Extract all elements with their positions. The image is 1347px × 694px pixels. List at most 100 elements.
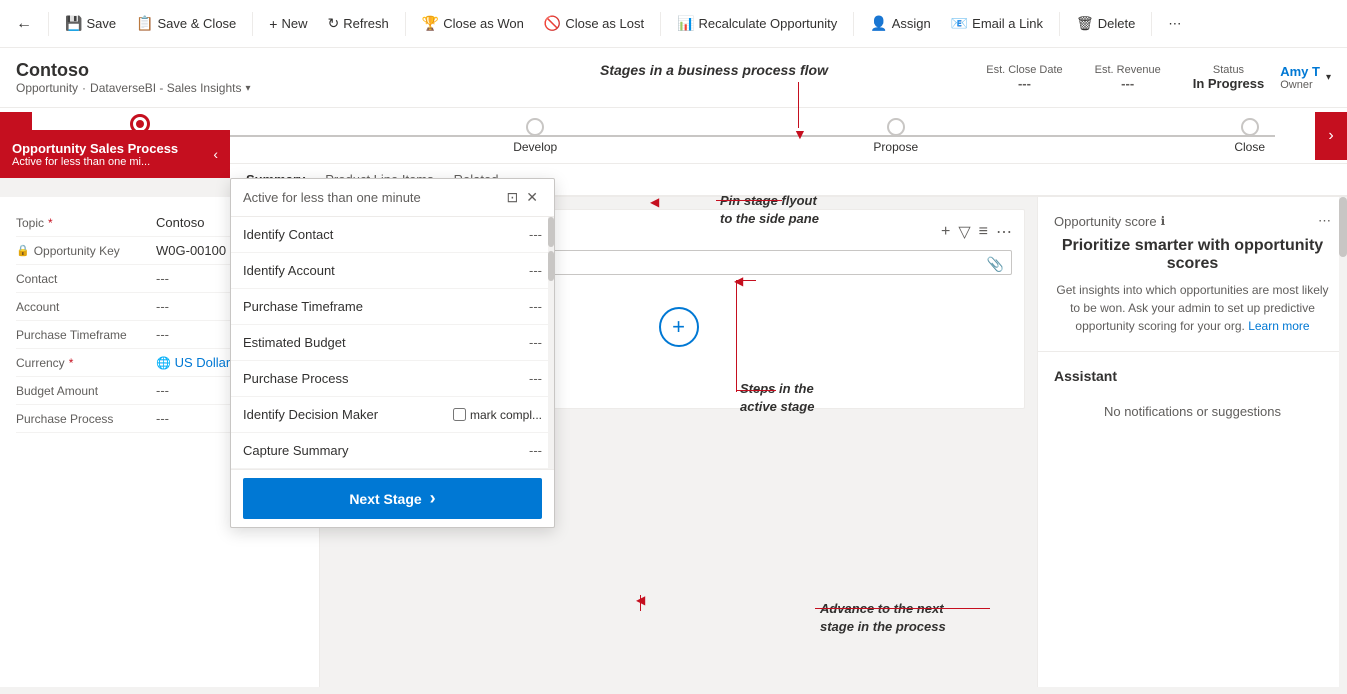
flyout-scrollbar-track: [548, 217, 554, 469]
separator7: [1151, 12, 1152, 36]
stage-circle-propose: [887, 118, 905, 136]
timeline-add-icon[interactable]: +: [941, 222, 950, 242]
stage-label-propose: Propose: [873, 140, 918, 154]
refresh-icon: ↻: [327, 15, 339, 32]
stage-propose[interactable]: Propose: [873, 118, 918, 154]
flyout-title: Active for less than one minute: [243, 190, 503, 205]
right-scrollbar-thumb[interactable]: [1339, 197, 1347, 257]
flyout-step-purchase-timeframe: Purchase Timeframe ---: [231, 289, 554, 325]
learn-more-link[interactable]: Learn more: [1248, 319, 1309, 333]
close-won-button[interactable]: 🏆 Close as Won: [414, 11, 532, 36]
stage-flyout: Active for less than one minute ⊡ ✕ Iden…: [230, 178, 555, 528]
flyout-scrollbar-thumb-2[interactable]: [548, 251, 554, 281]
timeline-sort-icon[interactable]: ≡: [979, 222, 988, 242]
score-more-icon[interactable]: ⋯: [1318, 213, 1331, 229]
info-icon[interactable]: ℹ: [1161, 214, 1166, 228]
process-label-bar: Opportunity Sales Process Active for les…: [0, 130, 230, 178]
stage-close[interactable]: Close: [1234, 118, 1265, 154]
process-line2: Active for less than one mi...: [12, 156, 178, 168]
close-lost-icon: 🚫: [544, 15, 561, 32]
close-won-icon: 🏆: [422, 15, 439, 32]
form-value-contact[interactable]: ---: [156, 271, 169, 286]
flyout-pin-button[interactable]: ⊡: [503, 187, 523, 208]
form-value-account[interactable]: ---: [156, 299, 169, 314]
right-scrollbar-track: [1339, 197, 1347, 687]
stage-connector: [72, 135, 1275, 137]
est-close-date: Est. Close Date ---: [986, 64, 1062, 91]
form-value-topic[interactable]: Contoso: [156, 215, 204, 230]
form-value-purchase-process[interactable]: ---: [156, 411, 169, 426]
timeline-filter-icon[interactable]: ▽: [958, 222, 970, 242]
separator3: [405, 12, 406, 36]
email-link-icon: 📧: [951, 15, 968, 32]
save-close-button[interactable]: 📋 Save & Close: [128, 11, 244, 36]
content-area: Topic * Contoso 🔒 Opportunity Key W0G-00…: [0, 197, 1347, 687]
flyout-step-capture-summary: Capture Summary ---: [231, 433, 554, 469]
assistant-empty: No notifications or suggestions: [1054, 404, 1331, 419]
right-panel: Opportunity score ℹ ⋯ Prioritize smarter…: [1037, 197, 1347, 687]
flyout-body: Identify Contact --- Identify Account --…: [231, 217, 554, 469]
separator5: [853, 12, 854, 36]
recalculate-button[interactable]: 📊 Recalculate Opportunity: [669, 11, 845, 36]
email-link-button[interactable]: 📧 Email a Link: [943, 11, 1051, 36]
separator: [48, 12, 49, 36]
separator6: [1059, 12, 1060, 36]
flyout-step-identify-account: Identify Account ---: [231, 253, 554, 289]
stage-next-button[interactable]: ›: [1315, 112, 1347, 160]
stage-circle-develop: [526, 118, 544, 136]
flyout-step-purchase-process: Purchase Process ---: [231, 361, 554, 397]
process-line1: Opportunity Sales Process: [12, 141, 178, 156]
back-button[interactable]: ←: [8, 11, 40, 37]
form-value-currency[interactable]: 🌐 US Dollar: [156, 355, 230, 370]
separator4: [660, 12, 661, 36]
attach-icon: 📎: [987, 256, 1004, 273]
assign-button[interactable]: 👤 Assign: [862, 11, 938, 36]
header-meta: Est. Close Date --- Est. Revenue --- Sta…: [986, 64, 1264, 91]
form-label-purchase-process: Purchase Process: [16, 412, 156, 426]
process-label-text: Opportunity Sales Process Active for les…: [12, 141, 178, 168]
est-revenue: Est. Revenue ---: [1095, 64, 1161, 91]
stage-develop[interactable]: Develop: [513, 118, 557, 154]
refresh-button[interactable]: ↻ Refresh: [319, 11, 396, 36]
form-value-budget-amount[interactable]: ---: [156, 383, 169, 398]
save-close-icon: 📋: [136, 15, 153, 32]
mark-complete-checkbox[interactable]: [453, 408, 466, 421]
toolbar: ← 💾 Save 📋 Save & Close + New ↻ Refresh …: [0, 0, 1347, 48]
flyout-header: Active for less than one minute ⊡ ✕: [231, 179, 554, 217]
process-prev-button[interactable]: ‹: [213, 146, 218, 162]
save-button[interactable]: 💾 Save: [57, 11, 124, 36]
score-body: Get insights into which opportunities ar…: [1054, 281, 1331, 335]
assistant-title: Assistant: [1054, 368, 1331, 384]
close-lost-button[interactable]: 🚫 Close as Lost: [536, 11, 652, 36]
form-value-purchase-timeframe[interactable]: ---: [156, 327, 169, 342]
form-label-topic: Topic *: [16, 216, 156, 230]
stage-circle-close: [1241, 118, 1259, 136]
required-asterisk-topic: *: [48, 216, 53, 230]
score-card-header: Opportunity score ℹ ⋯: [1054, 213, 1331, 229]
opportunity-score-card: Opportunity score ℹ ⋯ Prioritize smarter…: [1038, 197, 1347, 352]
next-stage-button[interactable]: Next Stage ›: [243, 478, 542, 519]
stage-label-close: Close: [1234, 140, 1265, 154]
timeline-more-icon[interactable]: ⋯: [996, 222, 1012, 242]
delete-button[interactable]: 🗑 Delete: [1068, 11, 1143, 36]
assistant-card: Assistant No notifications or suggestion…: [1038, 352, 1347, 435]
status: Status In Progress: [1193, 64, 1265, 91]
lock-icon: 🔒: [16, 244, 30, 257]
globe-icon: 🌐: [156, 356, 171, 370]
delete-icon: 🗑: [1076, 15, 1094, 32]
flyout-scrollbar-thumb[interactable]: [548, 217, 554, 247]
score-title: Opportunity score: [1054, 214, 1157, 229]
owner-chevron-icon[interactable]: ▾: [1326, 72, 1331, 83]
flyout-close-button[interactable]: ✕: [522, 187, 542, 208]
more-button[interactable]: ⋯: [1160, 12, 1189, 36]
timeline-add-button[interactable]: +: [659, 307, 699, 347]
stage-label-develop: Develop: [513, 140, 557, 154]
new-button[interactable]: + New: [261, 12, 315, 36]
form-value-opportunity-key: W0G-00100: [156, 243, 226, 258]
form-label-currency: Currency *: [16, 356, 156, 370]
header-left: Contoso Opportunity · DataverseBI - Sale…: [16, 60, 986, 95]
form-label-opportunity-key: 🔒 Opportunity Key: [16, 244, 156, 258]
breadcrumb-dropdown-icon[interactable]: ▾: [245, 83, 250, 94]
score-heading: Prioritize smarter with opportunity scor…: [1054, 237, 1331, 273]
form-label-contact: Contact: [16, 272, 156, 286]
